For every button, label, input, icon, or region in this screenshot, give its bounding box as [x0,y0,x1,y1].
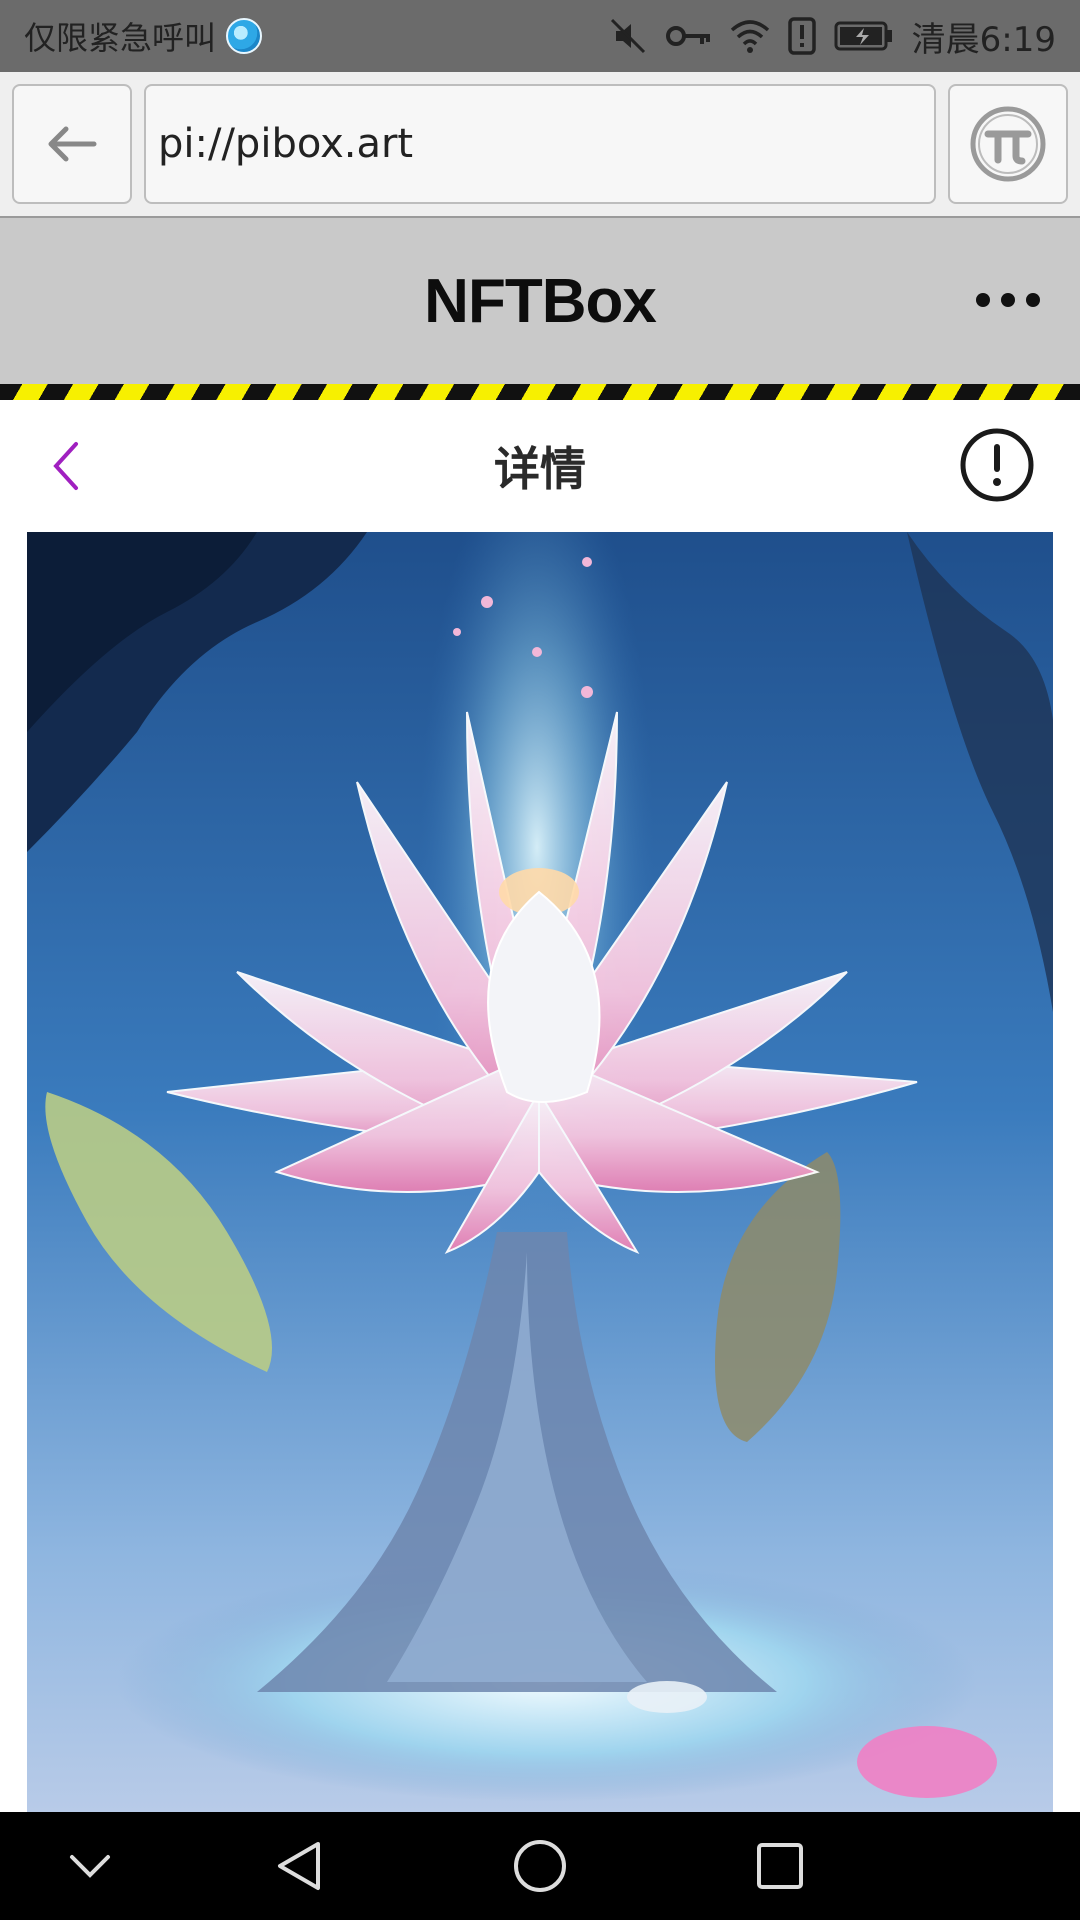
app-header: NFTBox [0,218,1080,384]
wifi-icon [730,18,770,54]
more-dots-icon[interactable] [976,278,1040,322]
collapse-icon[interactable] [58,1834,122,1898]
status-left: 仅限紧急呼叫 [24,13,263,59]
status-bar: 仅限紧急呼叫 清晨6:19 [0,0,1080,72]
app-title: NFTBox [424,266,657,336]
chevron-left-icon [53,442,78,490]
pi-logo-icon [970,106,1046,182]
system-nav-bar [0,1812,1080,1920]
back-triangle-icon[interactable] [268,1834,332,1898]
page-back-button[interactable] [36,436,96,496]
clock: 清晨6:19 [911,19,1056,60]
url-field[interactable]: pi://pibox.art [144,84,936,204]
info-circle-icon[interactable] [958,426,1036,504]
mute-icon [608,16,648,56]
browser-back-button[interactable] [12,84,132,204]
arrow-left-icon [48,126,97,162]
url-text: pi://pibox.art [158,121,414,167]
page-title: 详情 [494,442,586,496]
browser-bar: pi://pibox.art [0,72,1080,218]
hazard-stripe [0,384,1080,400]
recents-square-icon[interactable] [748,1834,812,1898]
nft-artwork-image[interactable] [27,532,1053,1812]
alert-icon [787,17,816,55]
pi-wallet-button[interactable] [948,84,1068,204]
page-nav: 详情 [0,400,1080,532]
home-circle-icon[interactable] [508,1834,572,1898]
status-right: 清晨6:19 [608,12,1056,61]
carrier-text: 仅限紧急呼叫 [24,19,217,57]
vpn-key-icon [665,21,712,51]
battery-icon [834,20,894,52]
app-notification-icon [226,18,263,54]
